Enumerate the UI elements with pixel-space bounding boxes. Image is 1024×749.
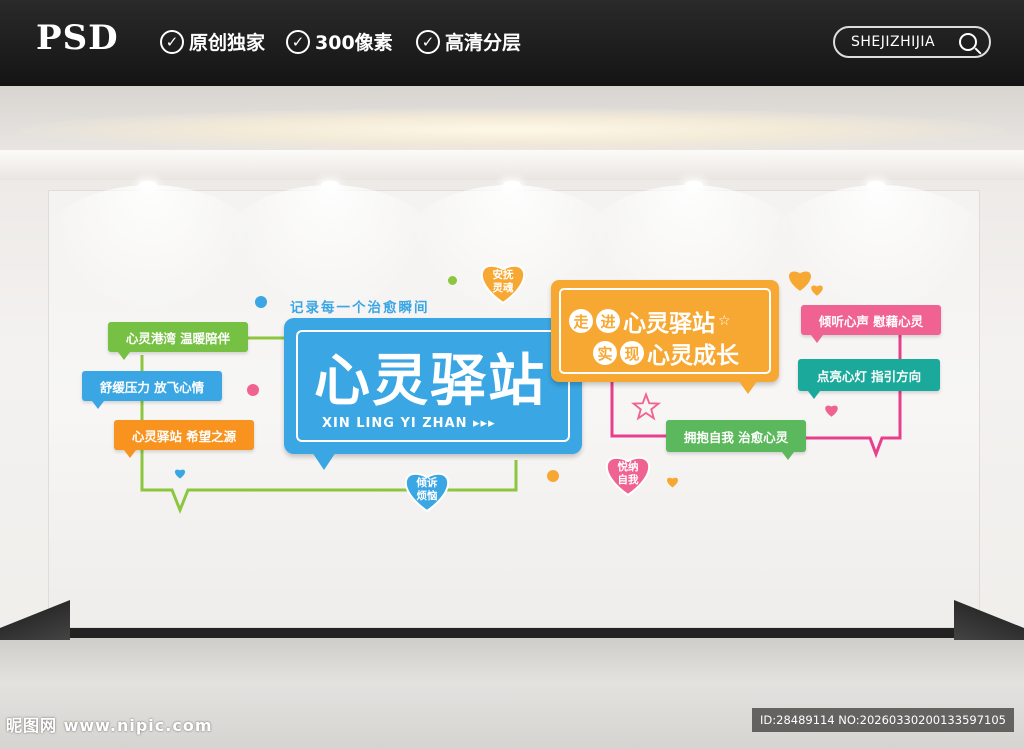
tag-relax: 舒缓压力 放飞心情 <box>82 371 222 409</box>
heart-line: 悦纳 <box>617 461 639 473</box>
slogan-text: 心灵驿站 <box>623 311 715 337</box>
slogan-text: 心灵成长 <box>647 343 739 369</box>
slogan-bubble: 走 <box>569 309 593 333</box>
star-icon <box>630 392 662 421</box>
sparkle-icon: ☆ <box>718 313 731 329</box>
slogan-line-1: 走 进 心灵驿站 ☆ <box>569 304 731 338</box>
tag-embrace: 拥抱自我 治愈心灵 <box>666 420 806 460</box>
slogan-bubble: 进 <box>596 309 620 333</box>
tag-listen: 倾听心声 慰藉心灵 <box>801 305 941 343</box>
decor-dot <box>547 470 559 482</box>
tag-light: 点亮心灯 指引方向 <box>798 359 940 399</box>
main-subtitle: XIN LING YI ZHAN ▸▸▸ <box>322 416 496 431</box>
slogan-bubble: 实 <box>593 341 617 365</box>
heart-line: 安抚 <box>492 269 514 281</box>
heart-confide: 倾诉 烦恼 <box>402 468 452 513</box>
main-title-box: 心灵驿站 XIN LING YI ZHAN ▸▸▸ <box>284 318 582 454</box>
heart-line: 倾诉 <box>416 477 438 489</box>
heart-soothe: 安抚 灵魂 <box>478 260 528 305</box>
main-box-tail <box>312 452 336 470</box>
slogan-bubble: 现 <box>620 341 644 365</box>
heart-line: 烦恼 <box>416 490 438 502</box>
tag-harbor: 心灵港湾 温暖陪伴 <box>108 322 248 360</box>
decor-dot <box>255 296 267 308</box>
small-heart-icon <box>825 405 838 417</box>
main-title: 心灵驿站 <box>314 349 546 414</box>
slogan-line-2: 实 现 心灵成长 <box>593 336 739 370</box>
tag-hope: 心灵驿站 希望之源 <box>114 420 254 458</box>
small-heart-icon <box>666 477 679 488</box>
heart-line: 灵魂 <box>492 282 514 294</box>
tagline: 记录每一个治愈瞬间 <box>290 300 430 316</box>
slogan-box-tail <box>738 380 758 394</box>
small-heart-icon <box>811 285 823 296</box>
heart-line: 自我 <box>617 474 639 486</box>
decor-dot <box>448 276 457 285</box>
watermark-right: ID:28489114 NO:20260330200133597105 <box>752 708 1014 732</box>
decor-dot <box>247 384 259 396</box>
slogan-box: 走 进 心灵驿站 ☆ 实 现 心灵成长 <box>551 280 779 382</box>
small-heart-icon <box>174 469 186 479</box>
heart-accept: 悦纳 自我 <box>603 452 653 497</box>
watermark-left: 昵图网 www.nipic.com <box>6 716 213 735</box>
